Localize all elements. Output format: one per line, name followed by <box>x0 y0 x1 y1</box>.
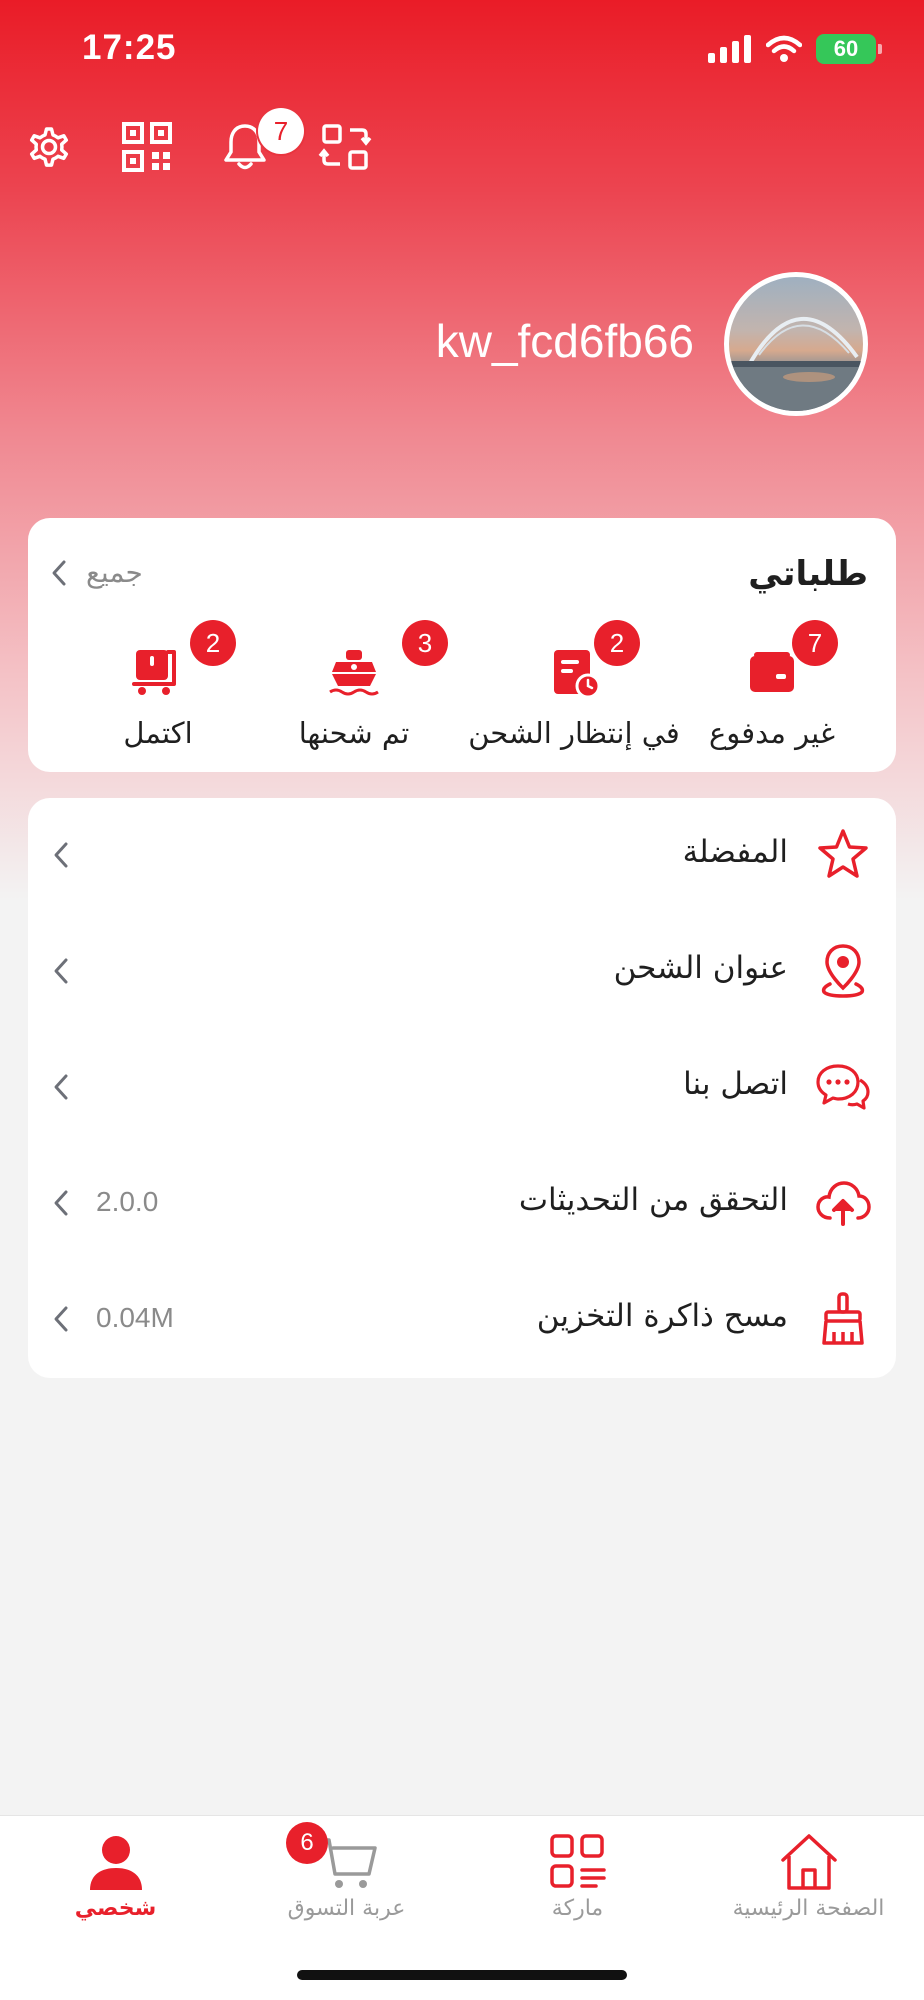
order-status-label: في إنتظار الشحن <box>468 716 680 750</box>
avatar-photo <box>729 317 863 411</box>
cellular-signal-icon <box>708 35 751 63</box>
completed-count-badge: 2 <box>190 620 236 666</box>
location-pin-icon <box>821 944 865 998</box>
broom-icon <box>822 1292 864 1345</box>
star-icon <box>818 829 868 878</box>
cloud-upload-icon <box>816 1181 871 1226</box>
username: kw_fcd6fb66 <box>435 315 694 367</box>
my-orders-card: طلباتي جميع 7 غير مدفوع 2 في إنتظار الشح… <box>28 518 896 772</box>
menu-item-label: عنوان الشحن <box>613 950 788 986</box>
settings-gear-icon[interactable] <box>20 118 78 176</box>
battery-level: 60 <box>833 36 859 61</box>
view-all-orders-link[interactable]: جميع <box>50 556 143 589</box>
order-status-label: غير مدفوع <box>708 716 836 750</box>
avatar[interactable] <box>724 272 868 416</box>
delivered-cart-icon <box>132 650 176 695</box>
order-status-awaiting-shipment[interactable]: 2 في إنتظار الشحن <box>464 620 684 760</box>
order-status-completed[interactable]: 2 اكتمل <box>58 620 258 760</box>
nav-tab-label: عربة التسوق <box>287 1896 406 1921</box>
nav-tab-label: شخصي <box>74 1896 157 1921</box>
nav-tab-brands[interactable]: ماركة <box>462 1816 693 1956</box>
unpaid-count-badge: 7 <box>792 620 838 666</box>
status-time: 17:25 <box>82 28 177 67</box>
menu-item-label: المفضلة <box>682 834 788 870</box>
home-icon <box>780 1834 837 1890</box>
pending-shipment-icon <box>554 650 601 699</box>
order-status-label: تم شحنها <box>298 716 410 750</box>
home-indicator <box>297 1970 627 1980</box>
shipped-count-badge: 3 <box>402 620 448 666</box>
orders-title: طلباتي <box>748 554 868 594</box>
brand-grid-icon <box>549 1834 606 1888</box>
nav-tab-label: الصفحة الرئيسية <box>732 1896 885 1921</box>
chevron-left-icon <box>54 958 68 984</box>
menu-item-label: اتصل بنا <box>683 1066 788 1102</box>
menu-item-contact-us[interactable]: اتصل بنا <box>28 1030 896 1146</box>
menu-item-shipping-address[interactable]: عنوان الشحن <box>28 914 896 1030</box>
nav-tab-cart[interactable]: عربة التسوق <box>231 1816 462 1956</box>
cache-size: 0.04M <box>96 1302 174 1333</box>
menu-item-label: مسح ذاكرة التخزين <box>536 1298 788 1334</box>
nav-tab-profile[interactable]: شخصي <box>0 1816 231 1956</box>
menu-item-check-updates[interactable]: التحقق من التحديثات 2.0.0 <box>28 1146 896 1262</box>
status-icons: 60 <box>708 34 882 64</box>
app-version: 2.0.0 <box>96 1186 159 1217</box>
battery-indicator: 60 <box>816 34 882 64</box>
chevron-left-icon <box>54 1190 68 1216</box>
menu-item-favorites[interactable]: المفضلة <box>28 798 896 914</box>
menu-item-label: التحقق من التحديثات <box>518 1182 788 1218</box>
order-status-label: اكتمل <box>123 716 193 750</box>
menu-item-clear-cache[interactable]: مسح ذاكرة التخزين 0.04M <box>28 1262 896 1378</box>
ship-icon <box>329 650 379 696</box>
chevron-left-icon <box>54 1074 68 1100</box>
wifi-icon <box>766 35 802 62</box>
chevron-left-icon <box>52 560 66 585</box>
chat-bubbles-icon <box>816 1064 870 1110</box>
nav-tab-home[interactable]: الصفحة الرئيسية <box>693 1816 924 1956</box>
settings-menu-card: المفضلة عنوان الشحن اتصل بنا التحقق من ا… <box>28 798 896 1378</box>
chevron-left-icon <box>54 842 68 868</box>
notification-count-badge: 7 <box>258 108 304 154</box>
order-status-shipped[interactable]: 3 تم شحنها <box>254 620 454 760</box>
order-status-unpaid[interactable]: 7 غير مدفوع <box>672 620 872 760</box>
cart-count-badge: 6 <box>286 1822 328 1864</box>
switch-layout-icon[interactable] <box>316 118 374 176</box>
awaiting-shipment-count-badge: 2 <box>594 620 640 666</box>
nav-tab-label: ماركة <box>551 1896 604 1921</box>
wallet-icon <box>750 652 794 692</box>
qr-code-icon[interactable] <box>118 118 176 176</box>
view-all-label: جميع <box>86 556 143 589</box>
person-icon <box>89 1836 142 1890</box>
chevron-left-icon <box>54 1306 68 1332</box>
